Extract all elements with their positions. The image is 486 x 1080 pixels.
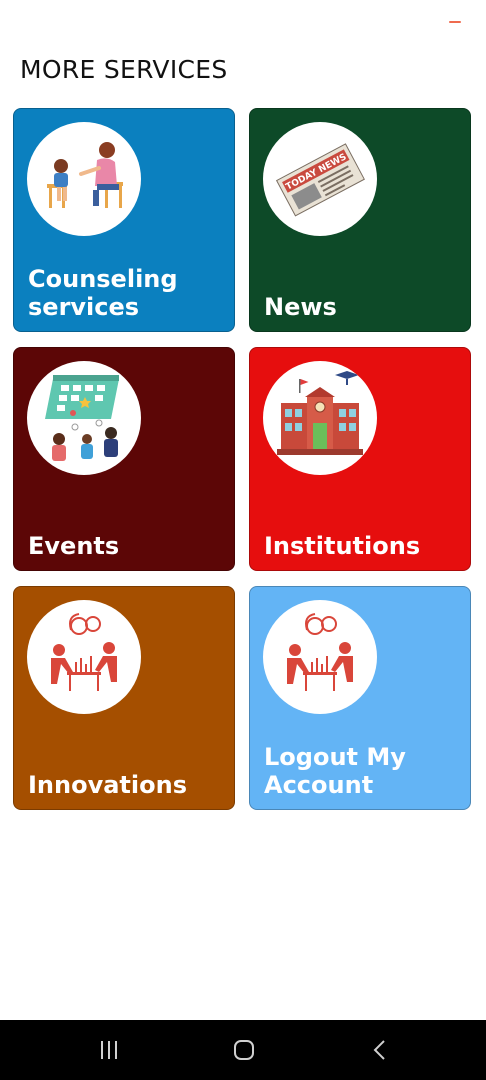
institutions-card[interactable]: Institutions [249, 347, 471, 571]
logout-team-icon [263, 600, 377, 714]
services-grid: Counseling services TODAY NEWS News Even… [0, 0, 486, 1020]
card-label: Institutions [264, 532, 421, 560]
back-icon[interactable] [366, 1038, 394, 1062]
counseling-icon [27, 122, 141, 236]
recent-apps-icon[interactable] [95, 1038, 123, 1062]
card-label: Events [28, 532, 120, 560]
card-label: News [264, 293, 337, 321]
events-card[interactable]: Events [13, 347, 235, 571]
logout-card[interactable]: Logout My Account [249, 586, 471, 810]
innovation-team-icon [27, 600, 141, 714]
system-navigation-bar [0, 1020, 486, 1080]
innovations-card[interactable]: Innovations [13, 586, 235, 810]
events-calendar-icon [27, 361, 141, 475]
news-card[interactable]: TODAY NEWS News [249, 108, 471, 332]
counseling-services-card[interactable]: Counseling services [13, 108, 235, 332]
card-label: Counseling services [28, 265, 178, 321]
home-icon[interactable] [230, 1038, 258, 1062]
card-label: Innovations [28, 771, 187, 799]
newspaper-icon: TODAY NEWS [263, 122, 377, 236]
school-building-icon [263, 361, 377, 475]
card-label: Logout My Account [264, 743, 406, 799]
